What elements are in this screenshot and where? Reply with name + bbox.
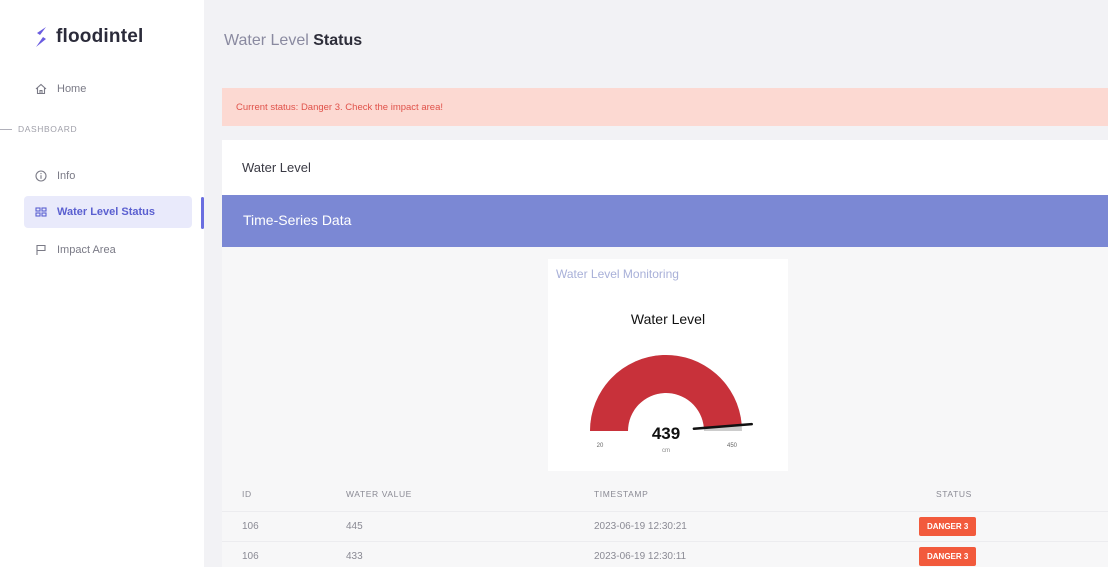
cell-id: 106 bbox=[242, 521, 259, 532]
home-icon bbox=[34, 83, 47, 96]
column-header-id: ID bbox=[242, 489, 252, 499]
cell-id: 106 bbox=[242, 551, 259, 562]
sidebar-item-label: Home bbox=[57, 83, 87, 95]
grid-icon bbox=[34, 206, 47, 219]
gauge-value: 439 bbox=[652, 424, 680, 443]
gauge-caption: Water Level Monitoring bbox=[556, 267, 679, 281]
cell-water-value: 445 bbox=[346, 521, 363, 532]
water-level-card: Water Level Time-Series Data Water Level… bbox=[222, 140, 1108, 567]
gauge-min-label: 20 bbox=[597, 443, 604, 449]
info-icon bbox=[34, 170, 47, 183]
status-alert: Current status: Danger 3. Check the impa… bbox=[222, 88, 1108, 126]
logo-icon bbox=[36, 27, 46, 47]
gauge-panel: Water Level Monitoring Water Level 439 c… bbox=[548, 259, 788, 471]
status-badge: DANGER 3 bbox=[919, 547, 977, 566]
sidebar-item-label: Water Level Status bbox=[57, 206, 156, 218]
table-row[interactable]: 106 433 2023-06-19 12:30:11 DANGER 3 bbox=[222, 541, 1108, 567]
time-series-header: Time-Series Data bbox=[222, 195, 1108, 247]
water-level-gauge: 439 cm 20 450 bbox=[590, 355, 753, 454]
page-header: Water Level Status bbox=[204, 0, 1108, 85]
main-content: Water Level Status Current status: Dange… bbox=[204, 0, 1108, 567]
sidebar-item-water-level-status[interactable]: Water Level Status bbox=[24, 196, 192, 228]
sidebar-section-label: DASHBOARD bbox=[0, 124, 77, 134]
column-header-status: STATUS bbox=[936, 489, 972, 499]
table-row[interactable]: 106 445 2023-06-19 12:30:21 DANGER 3 bbox=[222, 511, 1108, 541]
column-header-timestamp: TIMESTAMP bbox=[594, 489, 649, 499]
sidebar-item-label: Info bbox=[57, 170, 76, 182]
status-badge: DANGER 3 bbox=[919, 517, 977, 536]
flag-icon bbox=[34, 244, 47, 257]
brand[interactable]: floodintel bbox=[34, 26, 143, 48]
sidebar-item-impact-area[interactable]: Impact Area bbox=[24, 234, 192, 266]
gauge-title: Water Level bbox=[630, 311, 706, 327]
sidebar-item-label: Impact Area bbox=[57, 244, 116, 256]
section-title: Time-Series Data bbox=[243, 212, 352, 228]
card-title: Water Level bbox=[242, 160, 311, 175]
sidebar: floodintel Home DASHBOARD Info Water Lev… bbox=[0, 0, 204, 567]
cell-timestamp: 2023-06-19 12:30:21 bbox=[594, 521, 687, 532]
cell-water-value: 433 bbox=[346, 551, 363, 562]
gauge-fill bbox=[590, 355, 742, 431]
gauge-max-label: 450 bbox=[727, 443, 738, 449]
cell-timestamp: 2023-06-19 12:30:11 bbox=[594, 551, 687, 562]
sidebar-item-info[interactable]: Info bbox=[24, 160, 192, 192]
page-title: Water Level Status bbox=[224, 32, 363, 49]
table-header: ID WATER VALUE TIMESTAMP STATUS bbox=[222, 475, 1108, 511]
sidebar-item-home[interactable]: Home bbox=[24, 73, 192, 105]
brand-name: floodintel bbox=[56, 26, 144, 47]
gauge-unit: cm bbox=[662, 448, 670, 454]
card-body: Water Level Monitoring Water Level 439 c… bbox=[222, 247, 1108, 567]
column-header-water-value: WATER VALUE bbox=[346, 489, 412, 499]
